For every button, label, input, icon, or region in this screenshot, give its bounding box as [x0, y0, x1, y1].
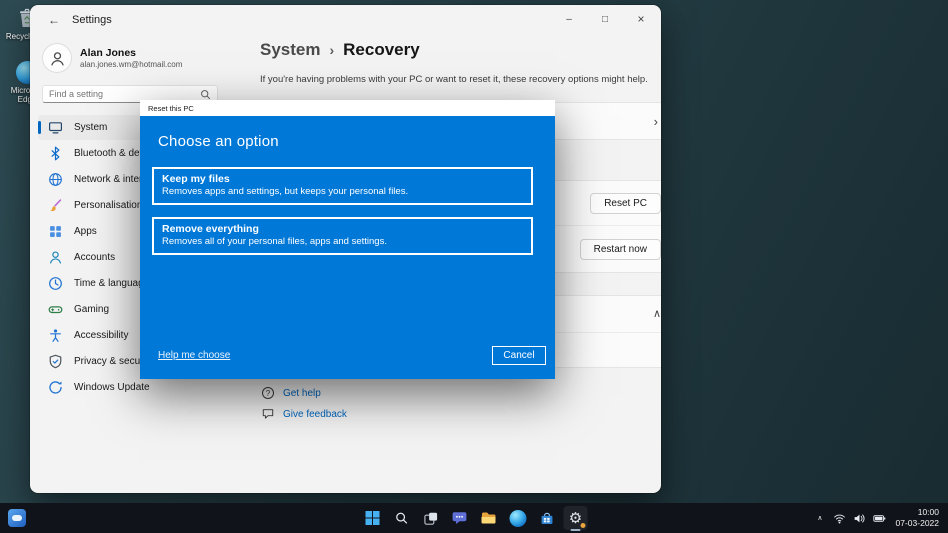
- dialog-titlebar: Reset this PC: [140, 100, 555, 116]
- page-description: If you're having problems with your PC o…: [260, 74, 648, 85]
- sidebar-item-label: Personalisation: [74, 200, 142, 211]
- hidden-icons-chevron[interactable]: ∧: [817, 514, 822, 522]
- sidebar-item-label: Apps: [74, 226, 97, 237]
- search-icon: [200, 89, 211, 100]
- back-button[interactable]: ←: [38, 8, 70, 32]
- dialog-body: Choose an option Keep my files Removes a…: [140, 116, 555, 379]
- system-tray: ∧ 10:00 07-03-2022: [817, 503, 939, 533]
- windows-update-icon: [48, 380, 63, 395]
- window-controls: – □ ×: [551, 6, 659, 32]
- cancel-button[interactable]: Cancel: [492, 346, 546, 365]
- system-icon: [48, 120, 63, 135]
- dialog-options: Keep my files Removes apps and settings,…: [152, 167, 533, 255]
- settings-taskbar-icon[interactable]: ⚙: [564, 506, 588, 530]
- sidebar-item-label: Gaming: [74, 304, 109, 315]
- help-links: ? Get help Give feedback: [262, 387, 347, 420]
- search-taskbar-icon[interactable]: [390, 506, 414, 530]
- dialog-heading: Choose an option: [158, 133, 279, 150]
- user-email: alan.jones.wm@hotmail.com: [80, 60, 182, 69]
- option-title: Remove everything: [162, 223, 523, 235]
- network-icon[interactable]: [833, 512, 846, 525]
- get-help-link[interactable]: ? Get help: [262, 387, 347, 399]
- clock[interactable]: 10:00 07-03-2022: [896, 507, 939, 529]
- window-title: Settings: [72, 14, 112, 26]
- accessibility-icon: [48, 328, 63, 343]
- get-help-label: Get help: [283, 388, 321, 399]
- accounts-icon: [48, 250, 63, 265]
- chevron-right-icon: ›: [654, 115, 658, 128]
- gaming-icon: [48, 302, 63, 317]
- taskbar-left: [8, 503, 26, 533]
- option-title: Keep my files: [162, 173, 523, 185]
- reset-this-pc-dialog: Reset this PC Choose an option Keep my f…: [140, 100, 555, 379]
- widgets-icon[interactable]: [8, 509, 26, 527]
- sidebar-item-label: Accessibility: [74, 330, 128, 341]
- date: 07-03-2022: [896, 518, 939, 529]
- time: 10:00: [918, 507, 939, 518]
- feedback-icon: [262, 408, 274, 420]
- time-language-icon: [48, 276, 63, 291]
- help-me-choose-link[interactable]: Help me choose: [158, 350, 230, 361]
- option-description: Removes all of your personal files, apps…: [162, 236, 523, 247]
- file-explorer-icon[interactable]: [477, 506, 501, 530]
- taskbar-center: ⚙: [361, 503, 588, 533]
- network-icon: [48, 172, 63, 187]
- notification-dot: [581, 523, 586, 528]
- remove-everything-option[interactable]: Remove everything Removes all of your pe…: [152, 217, 533, 255]
- volume-icon[interactable]: [853, 512, 866, 525]
- keep-my-files-option[interactable]: Keep my files Removes apps and settings,…: [152, 167, 533, 205]
- give-feedback-link[interactable]: Give feedback: [262, 408, 347, 420]
- breadcrumb: System › Recovery: [260, 40, 420, 60]
- maximize-button[interactable]: □: [587, 6, 623, 32]
- restart-now-button[interactable]: Restart now: [580, 239, 661, 260]
- reset-pc-button[interactable]: Reset PC: [590, 193, 661, 214]
- get-help-icon: ?: [262, 387, 274, 399]
- window-titlebar: ← Settings – □ ×: [30, 5, 661, 35]
- user-account[interactable]: Alan Jones alan.jones.wm@hotmail.com: [38, 37, 222, 81]
- edge-taskbar-icon[interactable]: [506, 506, 530, 530]
- bluetooth-icon: [48, 146, 63, 161]
- search-input[interactable]: [49, 89, 200, 99]
- breadcrumb-system[interactable]: System: [260, 40, 320, 60]
- user-name: Alan Jones: [80, 47, 182, 59]
- chevron-up-icon: ∧: [653, 309, 661, 320]
- sidebar-item-label: Windows Update: [74, 382, 150, 393]
- option-description: Removes apps and settings, but keeps you…: [162, 186, 523, 197]
- avatar: [42, 43, 72, 73]
- battery-icon[interactable]: [873, 512, 886, 525]
- task-view-icon[interactable]: [419, 506, 443, 530]
- sidebar-item-label: Time & language: [74, 278, 149, 289]
- page-title: Recovery: [343, 40, 420, 60]
- sidebar-item-label: System: [74, 122, 107, 133]
- chat-icon[interactable]: [448, 506, 472, 530]
- dialog-title: Reset this PC: [148, 104, 194, 113]
- screen: Recycle Bin Microsoft Edge ← Settings – …: [0, 0, 948, 533]
- close-button[interactable]: ×: [623, 6, 659, 32]
- start-button[interactable]: [361, 506, 385, 530]
- breadcrumb-separator-icon: ›: [329, 42, 334, 58]
- give-feedback-label: Give feedback: [283, 409, 347, 420]
- minimize-button[interactable]: –: [551, 6, 587, 32]
- privacy-security-icon: [48, 354, 63, 369]
- store-icon[interactable]: [535, 506, 559, 530]
- sidebar-item-label: Accounts: [74, 252, 115, 263]
- apps-icon: [48, 224, 63, 239]
- taskbar: ⚙ ∧ 10:00 07-03-2022: [0, 503, 948, 533]
- user-meta: Alan Jones alan.jones.wm@hotmail.com: [80, 47, 182, 69]
- personalisation-icon: [48, 198, 63, 213]
